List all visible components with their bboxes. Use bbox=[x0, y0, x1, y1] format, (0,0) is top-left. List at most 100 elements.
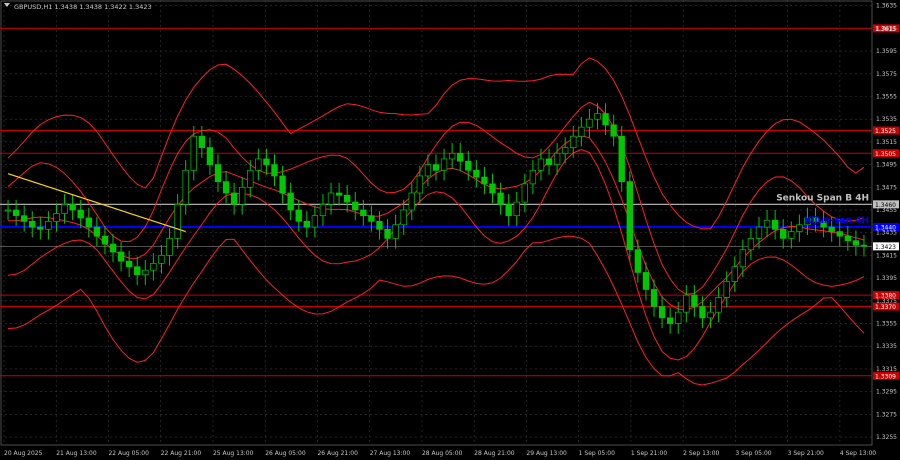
candle-body bbox=[852, 240, 860, 246]
candle-body bbox=[230, 192, 238, 205]
candle-body bbox=[788, 231, 795, 239]
candle-body bbox=[416, 175, 424, 194]
price-tick-label: 1.3555 bbox=[876, 93, 897, 100]
price-tick-label: 1.3435 bbox=[876, 230, 897, 237]
candle-body bbox=[836, 231, 843, 237]
candle-body bbox=[21, 215, 28, 222]
time-tick-label: 2 Sep 13:00 bbox=[683, 450, 719, 457]
candle-body bbox=[683, 294, 690, 313]
time-tick-label: 29 Aug 13:00 bbox=[526, 450, 567, 457]
candle-body bbox=[45, 221, 52, 230]
candle-body bbox=[860, 244, 868, 247]
candle-body bbox=[29, 221, 36, 228]
candle-body bbox=[93, 226, 101, 237]
current-price-label: 1.3423 bbox=[875, 244, 896, 251]
time-tick-label: 25 Aug 13:00 bbox=[213, 450, 254, 457]
candle-body bbox=[755, 226, 763, 239]
time-tick-label: 21 Aug 13:00 bbox=[56, 450, 97, 457]
candle-body bbox=[4, 209, 12, 212]
candle-body bbox=[723, 281, 730, 298]
candle-body bbox=[368, 215, 375, 222]
price-tick-label: 1.3275 bbox=[876, 411, 897, 418]
candle-body bbox=[166, 238, 173, 256]
candle-body bbox=[158, 255, 165, 264]
candle-body bbox=[303, 221, 310, 228]
price-tick-label: 1.3475 bbox=[876, 184, 897, 191]
candle-body bbox=[844, 235, 851, 242]
candle-body bbox=[263, 158, 270, 165]
time-tick-label: 1 Sep 21:00 bbox=[631, 450, 667, 457]
time-tick-label: 4 Sep 13:00 bbox=[840, 450, 876, 457]
candle-body bbox=[642, 272, 650, 290]
candle-body bbox=[828, 226, 835, 232]
candle-body bbox=[771, 219, 779, 230]
candle-body bbox=[206, 147, 214, 165]
candle-body bbox=[465, 160, 472, 171]
candle-body bbox=[182, 169, 189, 205]
candle-body bbox=[780, 228, 787, 239]
time-tick-label: 3 Sep 21:00 bbox=[788, 450, 824, 457]
level-label: 1.3370 bbox=[875, 304, 896, 311]
candle-body bbox=[335, 192, 343, 196]
candle-body bbox=[602, 113, 609, 126]
candle-body bbox=[311, 215, 319, 228]
candle-body bbox=[747, 238, 755, 251]
candle-body bbox=[198, 135, 206, 148]
candle-body bbox=[489, 183, 496, 194]
price-tick-label: 1.3255 bbox=[876, 434, 897, 441]
level-label: 1.3505 bbox=[875, 151, 896, 158]
candle-body bbox=[344, 194, 351, 203]
level-label: 1.3309 bbox=[875, 373, 896, 380]
price-tick-label: 1.3395 bbox=[876, 275, 897, 282]
candle-body bbox=[481, 176, 488, 185]
indicator-name: Senkou Span B 4H bbox=[776, 193, 869, 203]
candle-body bbox=[392, 224, 399, 239]
candle-body bbox=[53, 213, 60, 222]
price-tick-label: 1.3335 bbox=[876, 343, 897, 350]
time-tick-label: 26 Aug 05:00 bbox=[265, 450, 306, 457]
candle-body bbox=[578, 126, 585, 137]
time-axis: 20 Aug 2025 21 Aug 13:00 22 Aug 05:00 22 Au… bbox=[4, 450, 876, 457]
candle-body bbox=[731, 266, 738, 282]
candle-body bbox=[109, 243, 117, 253]
time-tick-label: 26 Aug 21:00 bbox=[317, 450, 358, 457]
price-chart[interactable]: 1.36151.35251.35051.33801.33701.33091.34… bbox=[0, 0, 900, 460]
candle-body bbox=[247, 169, 254, 188]
candle-body bbox=[150, 263, 157, 271]
candle-body bbox=[319, 203, 327, 217]
candle-body bbox=[715, 297, 722, 313]
candle-body bbox=[618, 135, 625, 182]
candle-body bbox=[174, 203, 181, 239]
indicator-name: Kijun-sen 4H bbox=[805, 216, 870, 226]
price-tick-label: 1.3375 bbox=[876, 298, 897, 305]
price-tick-label: 1.3415 bbox=[876, 252, 897, 259]
time-tick-label: 27 Aug 13:00 bbox=[370, 450, 411, 457]
candle-body bbox=[440, 158, 448, 171]
candle-body bbox=[384, 228, 391, 239]
candle-body bbox=[666, 317, 674, 324]
candle-body bbox=[271, 164, 278, 177]
price-tick-label: 1.3295 bbox=[876, 389, 897, 396]
candle-body bbox=[400, 209, 407, 226]
candle-body bbox=[570, 135, 577, 148]
candle-body bbox=[12, 209, 20, 217]
candle-body bbox=[763, 219, 771, 228]
price-tick-label: 1.3515 bbox=[876, 139, 897, 146]
level-label: 1.3525 bbox=[875, 128, 896, 135]
price-tick-label: 1.3535 bbox=[876, 116, 897, 123]
candle-body bbox=[529, 169, 537, 185]
time-tick-label: 28 Aug 21:00 bbox=[474, 450, 515, 457]
candle-body bbox=[61, 203, 68, 214]
price-tick-label: 1.3615 bbox=[876, 25, 897, 32]
candle-body bbox=[562, 147, 569, 154]
candle-body bbox=[408, 192, 415, 211]
candle-body bbox=[255, 158, 262, 171]
candle-body bbox=[134, 266, 141, 276]
candle-body bbox=[376, 221, 383, 230]
time-tick-label: 3 Sep 05:00 bbox=[735, 450, 771, 457]
candle-body bbox=[473, 169, 480, 178]
candle-body bbox=[545, 158, 553, 165]
candle-body bbox=[117, 251, 125, 262]
price-tick-label: 1.3495 bbox=[876, 162, 897, 169]
candle-body bbox=[85, 217, 92, 228]
